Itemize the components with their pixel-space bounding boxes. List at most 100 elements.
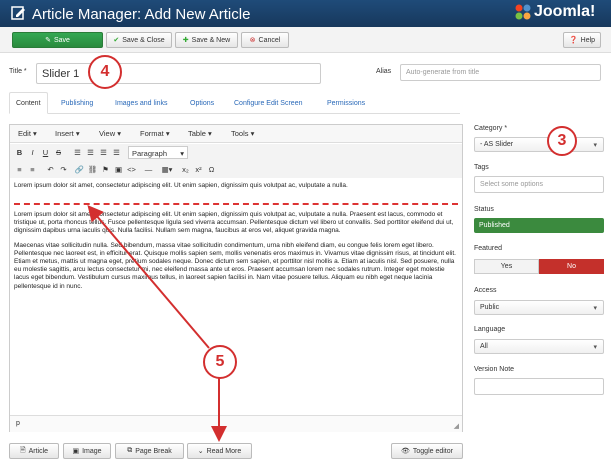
undo-icon[interactable]: ↶ (45, 163, 56, 176)
horizontal-rule-icon[interactable]: — (143, 163, 154, 176)
cancel-icon: ⊗ (249, 37, 256, 44)
bullet-list-icon[interactable]: ≡ (14, 163, 25, 176)
numbered-list-icon[interactable]: ≡ (27, 163, 38, 176)
category-select[interactable]: - AS Slider (474, 137, 604, 152)
picture-icon: ▣ (72, 448, 80, 455)
italic-icon[interactable]: I (27, 146, 38, 159)
tab-options[interactable]: Options (190, 92, 214, 114)
version-note-label: Version Note (474, 366, 515, 373)
paragraph-2: Lorem ipsum dolor sit amet, consectetur … (14, 211, 454, 235)
access-select[interactable]: Public (474, 300, 604, 315)
callout-3: 3 (547, 126, 577, 156)
language-label: Language (474, 326, 506, 333)
copy-icon: ⧉ (127, 447, 133, 454)
title-input[interactable]: Slider 1 (36, 63, 321, 84)
code-icon[interactable]: <> (126, 163, 137, 176)
resize-handle-icon[interactable]: ◢ (454, 422, 459, 430)
align-justify-icon[interactable]: ☰ (111, 146, 122, 159)
logo-text: Joomla! (534, 3, 596, 21)
save-label: Save (53, 36, 70, 44)
edit-icon: ✎ (45, 37, 51, 44)
language-select[interactable]: All (474, 339, 604, 354)
align-left-icon[interactable]: ☰ (72, 146, 83, 159)
anchor-icon[interactable]: ⚑ (100, 163, 111, 176)
superscript-icon[interactable]: x² (193, 163, 204, 176)
tab-bar: Content Publishing Images and links Opti… (9, 92, 460, 114)
align-center-icon[interactable]: ☰ (85, 146, 96, 159)
title-label: Title * (9, 68, 27, 75)
joomla-logo: Joomla! (514, 3, 595, 21)
bold-icon[interactable]: B (14, 146, 25, 159)
table-icon[interactable]: ▦▾ (158, 163, 176, 176)
save-new-button[interactable]: ✚ Save & New (175, 32, 238, 48)
align-right-icon[interactable]: ☰ (98, 146, 109, 159)
redo-icon[interactable]: ↷ (58, 163, 69, 176)
editor-statusbar: p ◢ (10, 415, 462, 432)
menu-table[interactable]: Table ▾ (188, 129, 212, 138)
cancel-label: Cancel (258, 36, 281, 44)
page-break-label: Page Break (135, 447, 172, 455)
status-select[interactable]: Published (474, 218, 604, 233)
file-icon: 🗎 (19, 446, 26, 454)
menu-edit[interactable]: Edit ▾ (18, 129, 37, 138)
link-icon[interactable]: 🔗 (74, 163, 85, 176)
article-label: Article (28, 447, 49, 455)
status-label: Status (474, 206, 494, 213)
editor-content-lower[interactable]: Lorem ipsum dolor sit amet, consectetur … (14, 211, 458, 297)
help-label: Help (580, 36, 596, 44)
read-more-label: Read More (206, 447, 242, 455)
help-icon: ❓ (568, 37, 578, 44)
toggle-editor-button[interactable]: 👁 Toggle editor (391, 443, 463, 459)
callout-5: 5 (203, 345, 237, 379)
page-title: Article Manager: Add New Article (32, 6, 251, 23)
menu-view[interactable]: View ▾ (99, 129, 121, 138)
save-button[interactable]: ✎ Save (12, 32, 103, 48)
featured-yes-toggle[interactable]: Yes (474, 259, 539, 274)
menu-tools[interactable]: Tools ▾ (231, 129, 254, 138)
read-more-button[interactable]: ⌄ Read More (187, 443, 252, 459)
alias-input[interactable]: Auto-generate from title (400, 64, 601, 81)
insert-article-button[interactable]: 🗎 Article (9, 443, 59, 459)
version-note-input[interactable] (474, 378, 604, 395)
article-edit-icon (11, 6, 25, 20)
editor-toolbar-row-2: ≡ ≡ ↶ ↷ 🔗 ⛓ ⚑ ▣ <> — ▦▾ x₂ x² Ω (10, 161, 462, 178)
help-button[interactable]: ❓ Help (563, 32, 601, 48)
save-new-label: Save & New (191, 36, 231, 44)
eye-icon: 👁 (401, 448, 410, 455)
category-label: Category * (474, 125, 508, 132)
insert-image-button[interactable]: ▣ Image (63, 443, 111, 459)
page-break-button[interactable]: ⧉ Page Break (115, 443, 184, 459)
rich-text-editor: Edit ▾ Insert ▾ View ▾ Format ▾ Table ▾ … (9, 124, 463, 432)
save-close-button[interactable]: ✔ Save & Close (106, 32, 172, 48)
menu-format[interactable]: Format ▾ (140, 129, 170, 138)
paragraph-3: Maecenas vitae sollicitudin nulla. Sed b… (14, 241, 456, 290)
featured-label: Featured (474, 245, 503, 252)
image-icon[interactable]: ▣ (113, 163, 124, 176)
image-label: Image (82, 447, 102, 455)
alias-label: Alias (376, 68, 392, 75)
editor-toolbar-row-1: B I U S ☰ ☰ ☰ ☰ Paragraph ▾ (10, 144, 462, 161)
underline-icon[interactable]: U (40, 146, 51, 159)
tab-permissions[interactable]: Permissions (327, 92, 365, 114)
unlink-icon[interactable]: ⛓ (87, 163, 98, 176)
cancel-button[interactable]: ⊗ Cancel (241, 32, 289, 48)
strikethrough-icon[interactable]: S (53, 146, 64, 159)
app-header: Article Manager: Add New Article Joomla! (0, 0, 611, 27)
subscript-icon[interactable]: x₂ (180, 163, 191, 176)
readmore-separator (14, 203, 458, 205)
editor-content[interactable]: Lorem ipsum dolor sit amet, consectetur … (14, 182, 458, 196)
menu-insert[interactable]: Insert ▾ (55, 129, 80, 138)
tab-configure-edit-screen[interactable]: Configure Edit Screen (234, 92, 302, 114)
access-label: Access (474, 287, 497, 294)
editor-menubar: Edit ▾ Insert ▾ View ▾ Format ▾ Table ▾ … (10, 125, 462, 143)
tab-images-links[interactable]: Images and links (115, 92, 168, 114)
featured-no-toggle[interactable]: No (539, 259, 604, 274)
tags-input[interactable]: Select some options (474, 176, 604, 193)
tags-label: Tags (474, 164, 489, 171)
tab-content[interactable]: Content (9, 92, 48, 114)
tab-publishing[interactable]: Publishing (61, 92, 93, 114)
paragraph-format-select[interactable]: Paragraph ▾ (128, 146, 188, 159)
element-path: p (16, 420, 20, 427)
omega-icon[interactable]: Ω (206, 163, 217, 176)
toolbar: ✎ Save ✔ Save & Close ✚ Save & New ⊗ Cancel … (0, 27, 611, 53)
